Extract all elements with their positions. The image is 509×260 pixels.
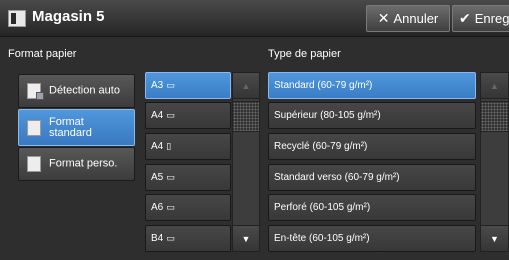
scrollbar-thumb[interactable] (232, 101, 260, 132)
paper-type-item[interactable]: Standard (60-79 g/m²) (268, 72, 476, 99)
tray-icon (8, 10, 26, 27)
paper-type-item[interactable]: Supérieur (80-105 g/m²) (268, 102, 476, 129)
paper-type-scrollbar[interactable]: ▲ ▼ (480, 72, 509, 252)
landscape-sheet-icon: ▭ (166, 202, 175, 212)
cancel-label: Annuler (393, 11, 439, 26)
scroll-up-button[interactable]: ▲ (232, 72, 260, 99)
auto-detect-button[interactable]: Détection auto (18, 74, 135, 108)
paper-size-label: A3 (151, 80, 164, 91)
portrait-sheet-icon: ▯ (166, 141, 172, 151)
custom-format-label: Format perso. (49, 157, 118, 170)
paper-size-label: A5 (151, 172, 164, 183)
scroll-up-button[interactable]: ▲ (480, 72, 509, 99)
paper-size-a5[interactable]: A5 ▭ (145, 164, 231, 191)
save-label: Enregistrer (474, 11, 509, 26)
paper-size-scrollbar[interactable]: ▲ ▼ (232, 72, 260, 252)
paper-type-item[interactable]: En-tête (60-105 g/m²) (268, 225, 476, 252)
paper-type-item[interactable]: Perforé (60-105 g/m²) (268, 194, 476, 221)
scroll-down-button[interactable]: ▼ (232, 225, 260, 252)
paper-size-label: A4 (151, 110, 164, 121)
title-bar: Magasin 5 ✕ Annuler ✔ Enregistrer (0, 0, 509, 37)
auto-detect-icon (27, 83, 44, 100)
scrollbar-thumb[interactable] (480, 101, 509, 132)
landscape-sheet-icon: ▭ (166, 233, 175, 243)
triangle-down-icon: ▼ (241, 233, 251, 244)
paper-format-label: Format papier (8, 48, 77, 60)
paper-type-label: Type de papier (268, 48, 341, 60)
custom-format-button[interactable]: Format perso. (18, 147, 135, 181)
paper-type-item[interactable]: Standard verso (60-79 g/m²) (268, 164, 476, 191)
standard-format-button[interactable]: Format standard (18, 109, 135, 146)
paper-size-a4-portrait[interactable]: A4 ▯ (145, 133, 231, 160)
landscape-sheet-icon: ▭ (166, 110, 175, 120)
triangle-down-icon: ▼ (490, 233, 499, 244)
paper-size-a4-landscape[interactable]: A4 ▭ (145, 102, 231, 129)
paper-size-label: A6 (151, 202, 164, 213)
landscape-sheet-icon: ▭ (166, 80, 175, 90)
auto-detect-label: Détection auto (49, 84, 120, 97)
paper-type-item[interactable]: Recyclé (60-79 g/m²) (268, 133, 476, 160)
cancel-button[interactable]: ✕ Annuler (366, 5, 450, 32)
custom-format-icon (27, 156, 41, 172)
checkmark-icon: ✔ (459, 10, 471, 26)
paper-size-label: B4 (151, 233, 164, 244)
paper-size-label: A4 (151, 141, 164, 152)
x-icon: ✕ (377, 10, 390, 26)
paper-size-b4[interactable]: B4 ▭ (145, 225, 231, 252)
standard-format-icon (27, 119, 41, 136)
scroll-down-button[interactable]: ▼ (480, 225, 509, 252)
page-title: Magasin 5 (32, 8, 105, 25)
landscape-sheet-icon: ▭ (166, 172, 175, 182)
paper-size-a3[interactable]: A3 ▭ (145, 72, 231, 99)
paper-size-a6[interactable]: A6 ▭ (145, 194, 231, 221)
triangle-up-icon: ▲ (241, 80, 251, 91)
triangle-up-icon: ▲ (490, 80, 499, 91)
save-button[interactable]: ✔ Enregistrer (452, 5, 509, 32)
standard-format-label: Format standard (49, 115, 92, 139)
